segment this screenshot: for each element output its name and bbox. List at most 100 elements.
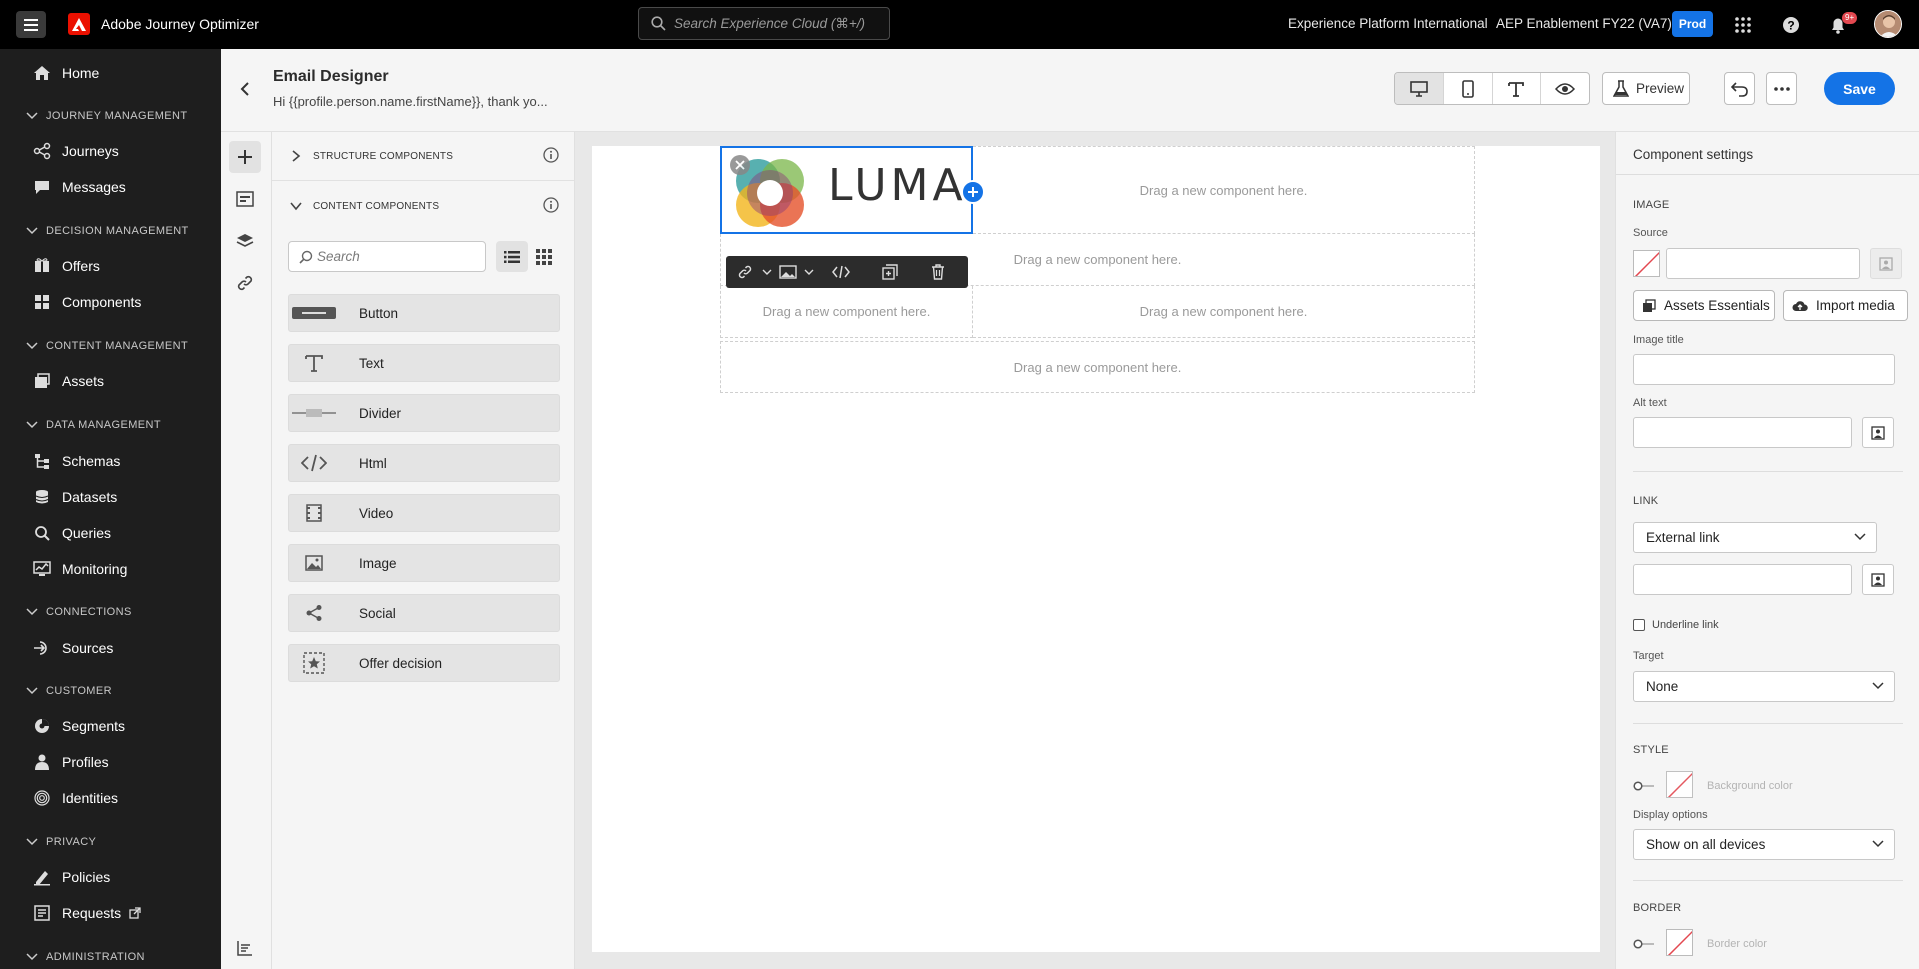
- hamburger-icon: [24, 18, 38, 31]
- border-color-swatch[interactable]: [1666, 929, 1693, 956]
- global-search-input[interactable]: Search Experience Cloud (⌘+/): [638, 7, 890, 40]
- component-video[interactable]: Video: [288, 494, 560, 532]
- nav-section-customer[interactable]: CUSTOMER: [26, 685, 112, 697]
- nav-item-schemas[interactable]: Schemas: [32, 449, 120, 473]
- drop-zone[interactable]: Drag a new component here.: [973, 146, 1475, 234]
- nav-item-home[interactable]: Home: [32, 61, 99, 85]
- source-picker-button[interactable]: [1870, 248, 1902, 279]
- text-view-button[interactable]: [1493, 73, 1542, 104]
- nav-section-journey-management[interactable]: JOURNEY MANAGEMENT: [26, 110, 187, 122]
- content-components-header[interactable]: CONTENT COMPONENTS: [272, 182, 574, 230]
- import-media-button[interactable]: Import media: [1783, 290, 1908, 321]
- nav-item-segments[interactable]: Segments: [32, 714, 125, 738]
- underline-link-checkbox[interactable]: [1633, 619, 1645, 631]
- left-navigation: Home JOURNEY MANAGEMENT Journeys Message…: [0, 49, 221, 969]
- drop-zone[interactable]: Drag a new component here.: [720, 341, 1475, 393]
- remove-component-button[interactable]: [730, 155, 750, 175]
- drop-zone[interactable]: Drag a new component here.: [720, 286, 973, 338]
- add-components-button[interactable]: [229, 141, 261, 173]
- link-personalize-button[interactable]: [1862, 564, 1894, 595]
- component-search-input[interactable]: Search: [288, 241, 486, 272]
- info-icon[interactable]: [543, 147, 559, 163]
- nav-item-profiles[interactable]: Profiles: [32, 750, 109, 774]
- duplicate-toolbar-button[interactable]: [866, 256, 914, 288]
- user-avatar[interactable]: [1874, 10, 1902, 38]
- nav-section-privacy[interactable]: PRIVACY: [26, 836, 96, 848]
- environment-badge[interactable]: Prod: [1672, 11, 1713, 37]
- nav-item-assets[interactable]: Assets: [32, 369, 104, 393]
- nav-section-content-management[interactable]: CONTENT MANAGEMENT: [26, 340, 188, 352]
- back-button[interactable]: [235, 79, 255, 99]
- component-button[interactable]: Button: [288, 294, 560, 332]
- component-html[interactable]: Html: [288, 444, 560, 482]
- layers-icon: [236, 234, 254, 247]
- link-type-dropdown[interactable]: External link: [1633, 522, 1877, 553]
- nav-item-journeys[interactable]: Journeys: [32, 139, 119, 163]
- nav-section-administration[interactable]: ADMINISTRATION: [26, 951, 145, 963]
- info-icon[interactable]: [543, 197, 559, 213]
- links-button[interactable]: [229, 267, 261, 299]
- nav-item-monitoring[interactable]: Monitoring: [32, 557, 127, 581]
- background-color-swatch[interactable]: [1666, 771, 1693, 798]
- more-actions-button[interactable]: [1766, 72, 1797, 105]
- link-options-dropdown[interactable]: [760, 256, 774, 288]
- nav-item-requests[interactable]: Requests: [32, 901, 151, 925]
- component-social[interactable]: Social: [288, 594, 560, 632]
- target-dropdown[interactable]: None: [1633, 671, 1895, 702]
- org-switcher[interactable]: Experience Platform International: [1288, 16, 1488, 31]
- fragments-button[interactable]: [229, 183, 261, 215]
- alt-text-field[interactable]: [1633, 417, 1852, 448]
- structure-components-header[interactable]: STRUCTURE COMPONENTS: [272, 132, 574, 180]
- search-icon: [299, 250, 313, 264]
- list-view-button[interactable]: [496, 241, 528, 272]
- component-text[interactable]: Text: [288, 344, 560, 382]
- nav-section-connections[interactable]: CONNECTIONS: [26, 606, 132, 618]
- image-title-field[interactable]: [1633, 354, 1895, 385]
- preview-button[interactable]: Preview: [1602, 72, 1690, 105]
- image-toolbar-button[interactable]: [774, 256, 802, 288]
- code-toolbar-button[interactable]: [816, 256, 866, 288]
- sandbox-switcher[interactable]: AEP Enablement FY22 (VA7): [1496, 16, 1672, 31]
- nav-section-decision-management[interactable]: DECISION MANAGEMENT: [26, 225, 189, 237]
- undo-button[interactable]: [1724, 72, 1755, 105]
- save-button[interactable]: Save: [1824, 72, 1895, 105]
- assets-essentials-button[interactable]: Assets Essentials: [1633, 290, 1775, 321]
- personalization-button[interactable]: [229, 932, 261, 964]
- link-toolbar-button[interactable]: [730, 256, 760, 288]
- nav-item-sources[interactable]: Sources: [32, 636, 113, 660]
- visibility-view-button[interactable]: [1541, 73, 1589, 104]
- drop-zone[interactable]: Drag a new component here.: [973, 286, 1475, 338]
- nav-item-policies[interactable]: Policies: [32, 865, 110, 889]
- logo-image-component[interactable]: LUMA: [720, 146, 985, 234]
- personalize-icon: [1871, 572, 1885, 587]
- nav-item-identities[interactable]: Identities: [32, 786, 118, 810]
- hamburger-menu-button[interactable]: [16, 11, 46, 38]
- grid-view-button[interactable]: [530, 241, 558, 272]
- source-field[interactable]: [1666, 248, 1860, 279]
- desktop-view-button[interactable]: [1395, 73, 1444, 104]
- app-name[interactable]: Adobe Journey Optimizer: [101, 16, 259, 32]
- nav-section-data-management[interactable]: DATA MANAGEMENT: [26, 419, 161, 431]
- nav-item-offers[interactable]: Offers: [32, 254, 100, 278]
- border-color-toggle[interactable]: [1633, 939, 1655, 949]
- image-options-dropdown[interactable]: [802, 256, 816, 288]
- link-url-field[interactable]: [1633, 564, 1852, 595]
- component-offer-decision[interactable]: Offer decision: [288, 644, 560, 682]
- apps-grid-icon[interactable]: [1731, 13, 1755, 37]
- alt-text-personalize-button[interactable]: [1862, 417, 1894, 448]
- add-component-button[interactable]: [961, 180, 985, 204]
- source-swatch[interactable]: [1633, 250, 1660, 277]
- help-icon[interactable]: ?: [1779, 13, 1803, 37]
- nav-item-queries[interactable]: Queries: [32, 521, 111, 545]
- nav-item-components[interactable]: Components: [32, 290, 141, 314]
- display-options-dropdown[interactable]: Show on all devices: [1633, 829, 1895, 860]
- adobe-logo-icon[interactable]: [68, 13, 90, 35]
- delete-toolbar-button[interactable]: [914, 256, 962, 288]
- nav-item-datasets[interactable]: Datasets: [32, 485, 117, 509]
- mobile-view-button[interactable]: [1444, 73, 1493, 104]
- component-image[interactable]: Image: [288, 544, 560, 582]
- component-divider[interactable]: Divider: [288, 394, 560, 432]
- nav-item-messages[interactable]: Messages: [32, 175, 126, 199]
- background-color-toggle[interactable]: [1633, 781, 1655, 791]
- layers-button[interactable]: [229, 225, 261, 257]
